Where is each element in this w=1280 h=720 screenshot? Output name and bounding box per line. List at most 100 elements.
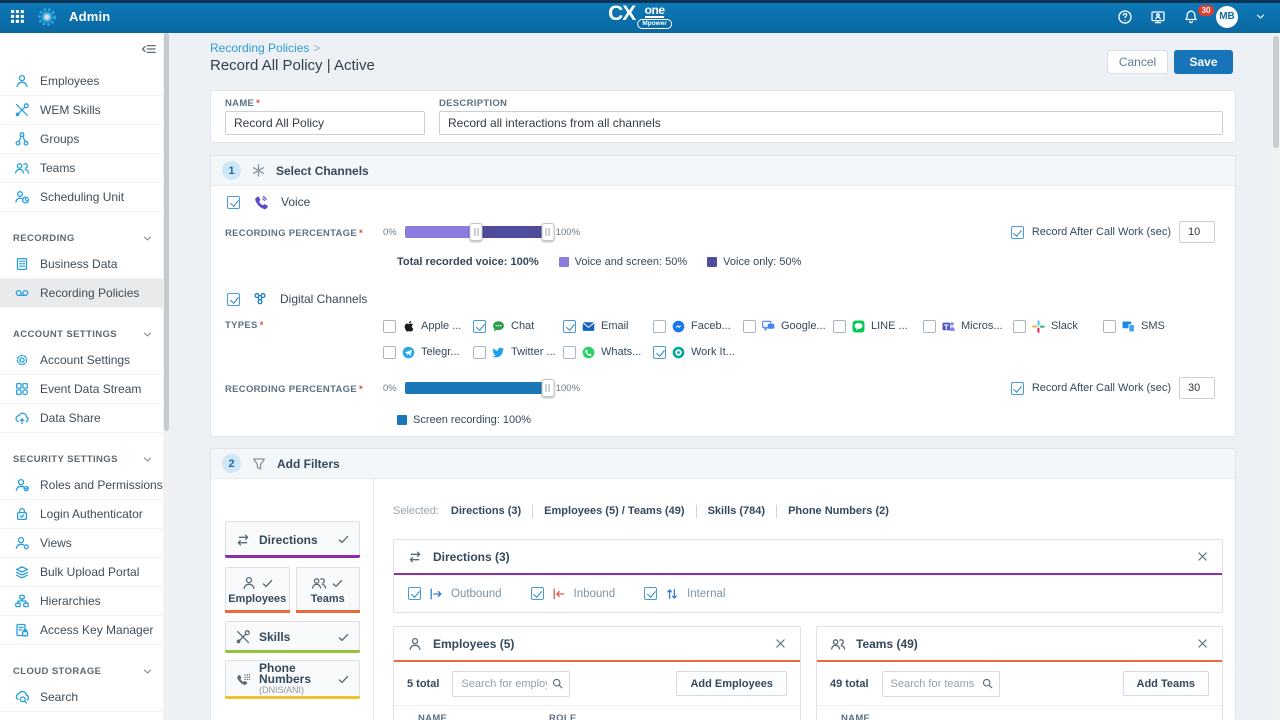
page-scrollbar[interactable] — [1272, 33, 1280, 720]
digital-channels-checkbox[interactable] — [227, 293, 240, 306]
selected-skills-784[interactable]: Skills (784) — [708, 505, 765, 517]
whats-checkbox[interactable] — [563, 346, 576, 359]
screen-share-icon[interactable] — [1150, 9, 1166, 25]
notifications-icon[interactable] — [1183, 9, 1199, 25]
sidebar-item-event-data-stream[interactable]: Event Data Stream — [0, 375, 163, 404]
app-launcher-icon[interactable] — [10, 9, 25, 24]
voice-icon — [252, 194, 269, 211]
check-icon — [261, 577, 274, 590]
name-label: NAME* — [225, 98, 260, 109]
sidebar-item-bulk-upload-portal[interactable]: Bulk Upload Portal — [0, 558, 163, 587]
internal-checkbox[interactable] — [644, 587, 657, 600]
filter-button-employees[interactable]: Employees — [225, 567, 290, 613]
channel-type-apple: Apple ... — [383, 318, 473, 334]
slider-handle[interactable] — [541, 379, 554, 397]
sidebar-item-recording-policies[interactable]: Recording Policies — [0, 279, 163, 308]
sidebar-section-account-settings[interactable]: ACCOUNT SETTINGS — [0, 308, 163, 346]
selected-employees-5-teams-49[interactable]: Employees (5) / Teams (49) — [544, 505, 684, 517]
work-it-checkbox[interactable] — [653, 346, 666, 359]
slider-handle[interactable] — [541, 223, 554, 241]
sms-checkbox[interactable] — [1103, 320, 1116, 333]
cancel-button[interactable]: Cancel — [1107, 50, 1168, 74]
sidebar-item-roles-and-permissions[interactable]: Roles and Permissions — [0, 471, 163, 500]
apple-checkbox[interactable] — [383, 320, 396, 333]
sidebar-scrollbar[interactable] — [163, 33, 170, 720]
digital-recording-slider[interactable] — [405, 382, 548, 394]
voice-checkbox[interactable] — [227, 196, 240, 209]
whatsapp-icon — [581, 345, 596, 360]
sidebar-collapse-icon[interactable] — [141, 41, 157, 57]
name-input[interactable] — [225, 111, 425, 135]
teams-search[interactable] — [882, 671, 1000, 697]
description-input[interactable] — [439, 111, 1223, 135]
msteams-icon — [941, 319, 956, 334]
sidebar-item-groups[interactable]: Groups — [0, 125, 163, 154]
admin-app-icon[interactable] — [37, 7, 57, 27]
sidebar-item-account-settings[interactable]: Account Settings — [0, 346, 163, 375]
breadcrumb[interactable]: Recording Policies> — [210, 41, 320, 55]
teams-icon — [13, 160, 30, 176]
filter-button-phone-numbers[interactable]: Phone Numbers (DNIS/ANI) — [225, 660, 360, 699]
sidebar-item-scheduling-unit[interactable]: Scheduling Unit — [0, 183, 163, 212]
direction-option-internal: Internal — [644, 586, 725, 602]
teams-search-input[interactable] — [891, 678, 977, 690]
help-icon[interactable] — [1117, 9, 1133, 25]
sidebar-item-hierarchies[interactable]: Hierarchies — [0, 587, 163, 616]
outbound-checkbox[interactable] — [408, 587, 421, 600]
voice-acw-checkbox[interactable] — [1011, 226, 1024, 239]
slider-handle[interactable] — [470, 223, 483, 241]
add-teams-button[interactable]: Add Teams — [1123, 671, 1209, 696]
filter-button-directions[interactable]: Directions — [225, 521, 360, 558]
sidebar-item-search[interactable]: Search — [0, 683, 163, 712]
email-checkbox[interactable] — [563, 320, 576, 333]
close-icon[interactable] — [1196, 637, 1209, 650]
sidebar-item-login-authenticator[interactable]: Login Authenticator — [0, 500, 163, 529]
sidebar-item-data-share[interactable]: Data Share — [0, 404, 163, 433]
employees-search[interactable] — [452, 671, 570, 697]
line-icon — [851, 319, 866, 334]
micros-checkbox[interactable] — [923, 320, 936, 333]
filter-button-skills[interactable]: Skills — [225, 621, 360, 653]
profile-chevron-icon[interactable] — [1255, 11, 1266, 22]
sidebar-item-employees[interactable]: Employees — [0, 67, 163, 96]
slack-checkbox[interactable] — [1013, 320, 1026, 333]
add-employees-button[interactable]: Add Employees — [676, 671, 787, 696]
chat-checkbox[interactable] — [473, 320, 486, 333]
add-filters-title: Add Filters — [277, 457, 340, 471]
sidebar-section-recording[interactable]: RECORDING — [0, 212, 163, 250]
sidebar-item-access-key-manager[interactable]: Access Key Manager — [0, 616, 163, 645]
save-button[interactable]: Save — [1174, 50, 1233, 74]
sidebar-section-security-settings[interactable]: SECURITY SETTINGS — [0, 433, 163, 471]
selected-directions-3[interactable]: Directions (3) — [451, 505, 521, 517]
search-icon — [551, 677, 564, 690]
messenger-icon — [671, 319, 686, 334]
digital-acw-input[interactable] — [1179, 377, 1215, 399]
voice-row: Voice — [227, 194, 310, 210]
avatar[interactable]: MB — [1216, 6, 1238, 28]
close-icon[interactable] — [774, 637, 787, 650]
voice-acw-input[interactable] — [1179, 221, 1215, 243]
line-checkbox[interactable] — [833, 320, 846, 333]
employees-search-input[interactable] — [461, 678, 547, 690]
employees-icon — [13, 73, 30, 89]
sidebar-item-views[interactable]: Views — [0, 529, 163, 558]
sidebar-item-wem-skills[interactable]: WEM Skills — [0, 96, 163, 125]
chevron-down-icon — [142, 454, 153, 465]
google-checkbox[interactable] — [743, 320, 756, 333]
digital-channels-label: Digital Channels — [280, 292, 367, 306]
telegr-checkbox[interactable] — [383, 346, 396, 359]
digital-acw-checkbox[interactable] — [1011, 382, 1024, 395]
voice-recording-slider[interactable] — [405, 226, 548, 238]
faceb-checkbox[interactable] — [653, 320, 666, 333]
inbound-checkbox[interactable] — [531, 587, 544, 600]
sidebar-section-cloud-storage[interactable]: CLOUD STORAGE — [0, 645, 163, 683]
twitter-checkbox[interactable] — [473, 346, 486, 359]
filter-button-teams[interactable]: Teams — [296, 567, 361, 613]
selected-phone-numbers-2[interactable]: Phone Numbers (2) — [788, 505, 889, 517]
page-title: Record All Policy | Active — [210, 57, 375, 74]
sidebar-item-business-data[interactable]: Business Data — [0, 250, 163, 279]
sidebar-item-teams[interactable]: Teams — [0, 154, 163, 183]
internal-icon — [664, 586, 680, 602]
select-channels-title: Select Channels — [276, 164, 369, 178]
close-icon[interactable] — [1196, 550, 1209, 563]
